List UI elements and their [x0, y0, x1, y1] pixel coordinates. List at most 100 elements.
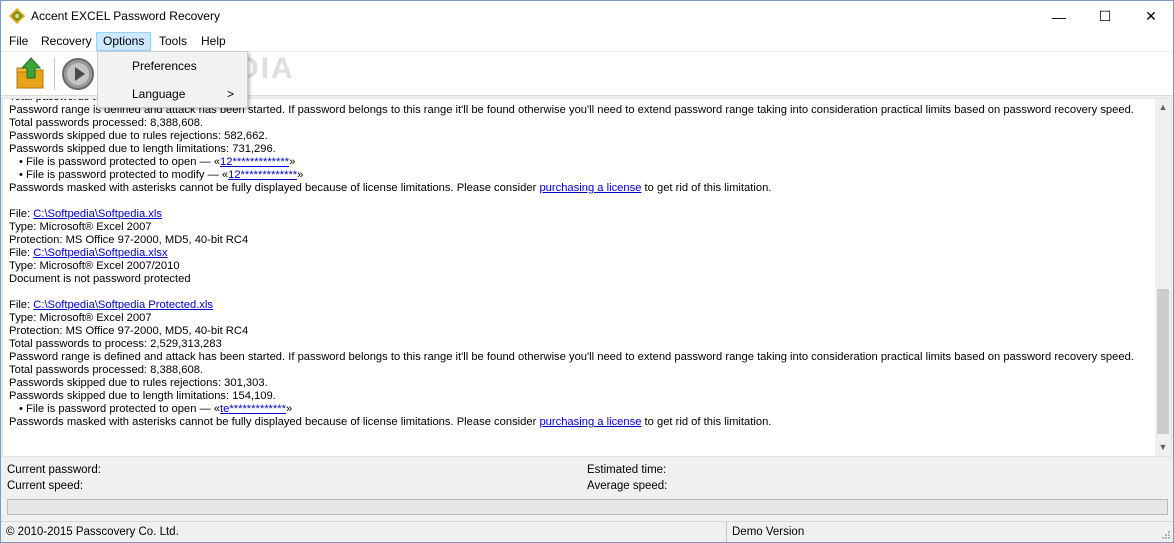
- menu-recovery[interactable]: Recovery: [35, 32, 98, 51]
- menu-language-label: Language: [132, 87, 186, 101]
- chevron-right-icon: >: [226, 87, 234, 101]
- window-title: Accent EXCEL Password Recovery: [31, 9, 220, 23]
- log-prefix: File:: [9, 208, 34, 220]
- log-link[interactable]: C:\Softpedia\Softpedia.xlsx: [33, 247, 167, 259]
- log-line: Type: Microsoft® Excel 2007: [9, 312, 1149, 325]
- log-line: Type: Microsoft® Excel 2007: [9, 221, 1149, 234]
- log-bullet-text: • File is password protected to open — «: [19, 403, 221, 415]
- log-text: Total passwords processed: 8,388,608.: [9, 364, 204, 376]
- log-text: Password range is defined and attack has…: [9, 351, 1134, 363]
- start-play-icon[interactable]: [60, 56, 96, 92]
- log-suffix: to get rid of this limitation.: [641, 416, 772, 428]
- current-speed-label: Current speed:: [7, 480, 84, 492]
- log-line: Document is not password protected: [9, 273, 1149, 286]
- scroll-down-icon[interactable]: ▼: [1155, 439, 1171, 456]
- log-text: Passwords skipped due to length limitati…: [9, 143, 276, 155]
- log-line: Passwords masked with asterisks cannot b…: [9, 182, 1149, 195]
- resize-grip-icon[interactable]: [1161, 530, 1171, 540]
- log-text: Passwords masked with asterisks cannot b…: [9, 416, 540, 428]
- log-text: Protection: MS Office 97-2000, MD5, 40-b…: [9, 325, 249, 337]
- log-line: • File is password protected to modify —…: [9, 169, 1149, 182]
- log-text: Total passwords processed: 8,388,608.: [9, 117, 204, 129]
- log-line: Passwords skipped due to length limitati…: [9, 390, 1149, 403]
- log-prefix: File:: [9, 247, 34, 259]
- options-dropdown: Preferences Language >: [97, 51, 248, 108]
- toolbar-separator: [54, 58, 55, 90]
- log-content: Total passwords to process: 2,529,313,28…: [9, 99, 1149, 429]
- log-text: Type: Microsoft® Excel 2007/2010: [9, 260, 180, 272]
- log-text: Passwords skipped due to rules rejection…: [9, 130, 268, 142]
- log-bullet-text: • File is password protected to open — «: [19, 156, 221, 168]
- app-logo-icon: [9, 8, 25, 24]
- log-link[interactable]: C:\Softpedia\Softpedia Protected.xls: [33, 299, 213, 311]
- menu-options[interactable]: Options: [96, 32, 152, 51]
- log-text: Passwords skipped due to length limitati…: [9, 390, 276, 402]
- log-link[interactable]: 12*************: [220, 156, 289, 168]
- log-line: Passwords skipped due to rules rejection…: [9, 377, 1149, 390]
- scroll-up-icon[interactable]: ▲: [1155, 99, 1171, 116]
- log-line: Password range is defined and attack has…: [9, 351, 1149, 364]
- log-line: File: C:\Softpedia\Softpedia.xls: [9, 208, 1149, 221]
- log-text: Type: Microsoft® Excel 2007: [9, 221, 152, 233]
- log-line: • File is password protected to open — «…: [9, 156, 1149, 169]
- log-line: Passwords skipped due to length limitati…: [9, 143, 1149, 156]
- close-button[interactable]: ✕: [1128, 1, 1174, 32]
- log-text: Document is not password protected: [9, 273, 191, 285]
- menu-file[interactable]: File: [3, 32, 34, 51]
- log-panel: Total passwords to process: 2,529,313,28…: [2, 98, 1172, 457]
- scroll-thumb[interactable]: [1157, 289, 1169, 434]
- log-link[interactable]: C:\Softpedia\Softpedia.xls: [33, 208, 162, 220]
- menu-bar: File Recovery Options Tools Help: [1, 32, 1173, 51]
- log-text: Passwords masked with asterisks cannot b…: [9, 182, 540, 194]
- maximize-icon: ☐: [1098, 8, 1112, 24]
- log-bullet-text: • File is password protected to modify —…: [19, 169, 229, 181]
- maximize-button[interactable]: ☐: [1082, 1, 1128, 32]
- log-text: Protection: MS Office 97-2000, MD5, 40-b…: [9, 234, 249, 246]
- log-text: Total passwords to process: 2,529,313,28…: [9, 338, 222, 350]
- average-speed-label: Average speed:: [587, 480, 668, 492]
- version-text: Demo Version: [732, 526, 805, 538]
- open-file-icon[interactable]: [13, 56, 49, 92]
- log-line: File: C:\Softpedia\Softpedia.xlsx: [9, 247, 1149, 260]
- log-line: Total passwords processed: 8,388,608.: [9, 117, 1149, 130]
- log-line: Type: Microsoft® Excel 2007/2010: [9, 260, 1149, 273]
- minimize-icon: —: [1052, 8, 1066, 25]
- status-bar: © 2010-2015 Passcovery Co. Ltd. Demo Ver…: [1, 521, 1173, 542]
- log-text: Type: Microsoft® Excel 2007: [9, 312, 152, 324]
- log-blank-line: [9, 195, 1149, 208]
- menu-preferences[interactable]: Preferences: [99, 53, 246, 79]
- menu-tools[interactable]: Tools: [153, 32, 193, 51]
- menu-help[interactable]: Help: [195, 32, 232, 51]
- estimated-time-label: Estimated time:: [587, 464, 667, 476]
- log-text: Passwords skipped due to rules rejection…: [9, 377, 268, 389]
- log-link[interactable]: purchasing a license: [539, 416, 641, 428]
- log-line: Total passwords processed: 8,388,608.: [9, 364, 1149, 377]
- minimize-button[interactable]: —: [1036, 1, 1082, 32]
- log-line: Protection: MS Office 97-2000, MD5, 40-b…: [9, 234, 1149, 247]
- log-link[interactable]: te*************: [220, 403, 286, 415]
- close-icon: ✕: [1145, 8, 1157, 24]
- current-password-label: Current password:: [7, 464, 101, 476]
- log-link[interactable]: purchasing a license: [539, 182, 641, 194]
- menu-language[interactable]: Language >: [99, 81, 246, 107]
- log-line: Passwords masked with asterisks cannot b…: [9, 416, 1149, 429]
- log-suffix: »: [285, 403, 293, 415]
- log-link[interactable]: 12*************: [228, 169, 297, 181]
- log-line: • File is password protected to open — «…: [9, 403, 1149, 416]
- title-bar: Accent EXCEL Password Recovery — ☐ ✕: [1, 1, 1173, 32]
- vertical-scrollbar[interactable]: ▲ ▼: [1155, 99, 1171, 456]
- status-bar-divider: [726, 522, 727, 542]
- log-line: Protection: MS Office 97-2000, MD5, 40-b…: [9, 325, 1149, 338]
- app-window: Accent EXCEL Password Recovery — ☐ ✕ Fil…: [0, 0, 1174, 543]
- progress-bar: [7, 499, 1168, 515]
- copyright-text: © 2010-2015 Passcovery Co. Ltd.: [6, 526, 179, 538]
- log-suffix: »: [297, 169, 304, 181]
- log-suffix: »: [289, 156, 296, 168]
- log-line: File: C:\Softpedia\Softpedia Protected.x…: [9, 299, 1149, 312]
- log-suffix: to get rid of this limitation.: [641, 182, 772, 194]
- log-blank-line: [9, 286, 1149, 299]
- log-prefix: File:: [9, 299, 34, 311]
- log-line: Total passwords to process: 2,529,313,28…: [9, 338, 1149, 351]
- status-area: Current password: Current speed: Estimat…: [1, 458, 1173, 522]
- log-line: Passwords skipped due to rules rejection…: [9, 130, 1149, 143]
